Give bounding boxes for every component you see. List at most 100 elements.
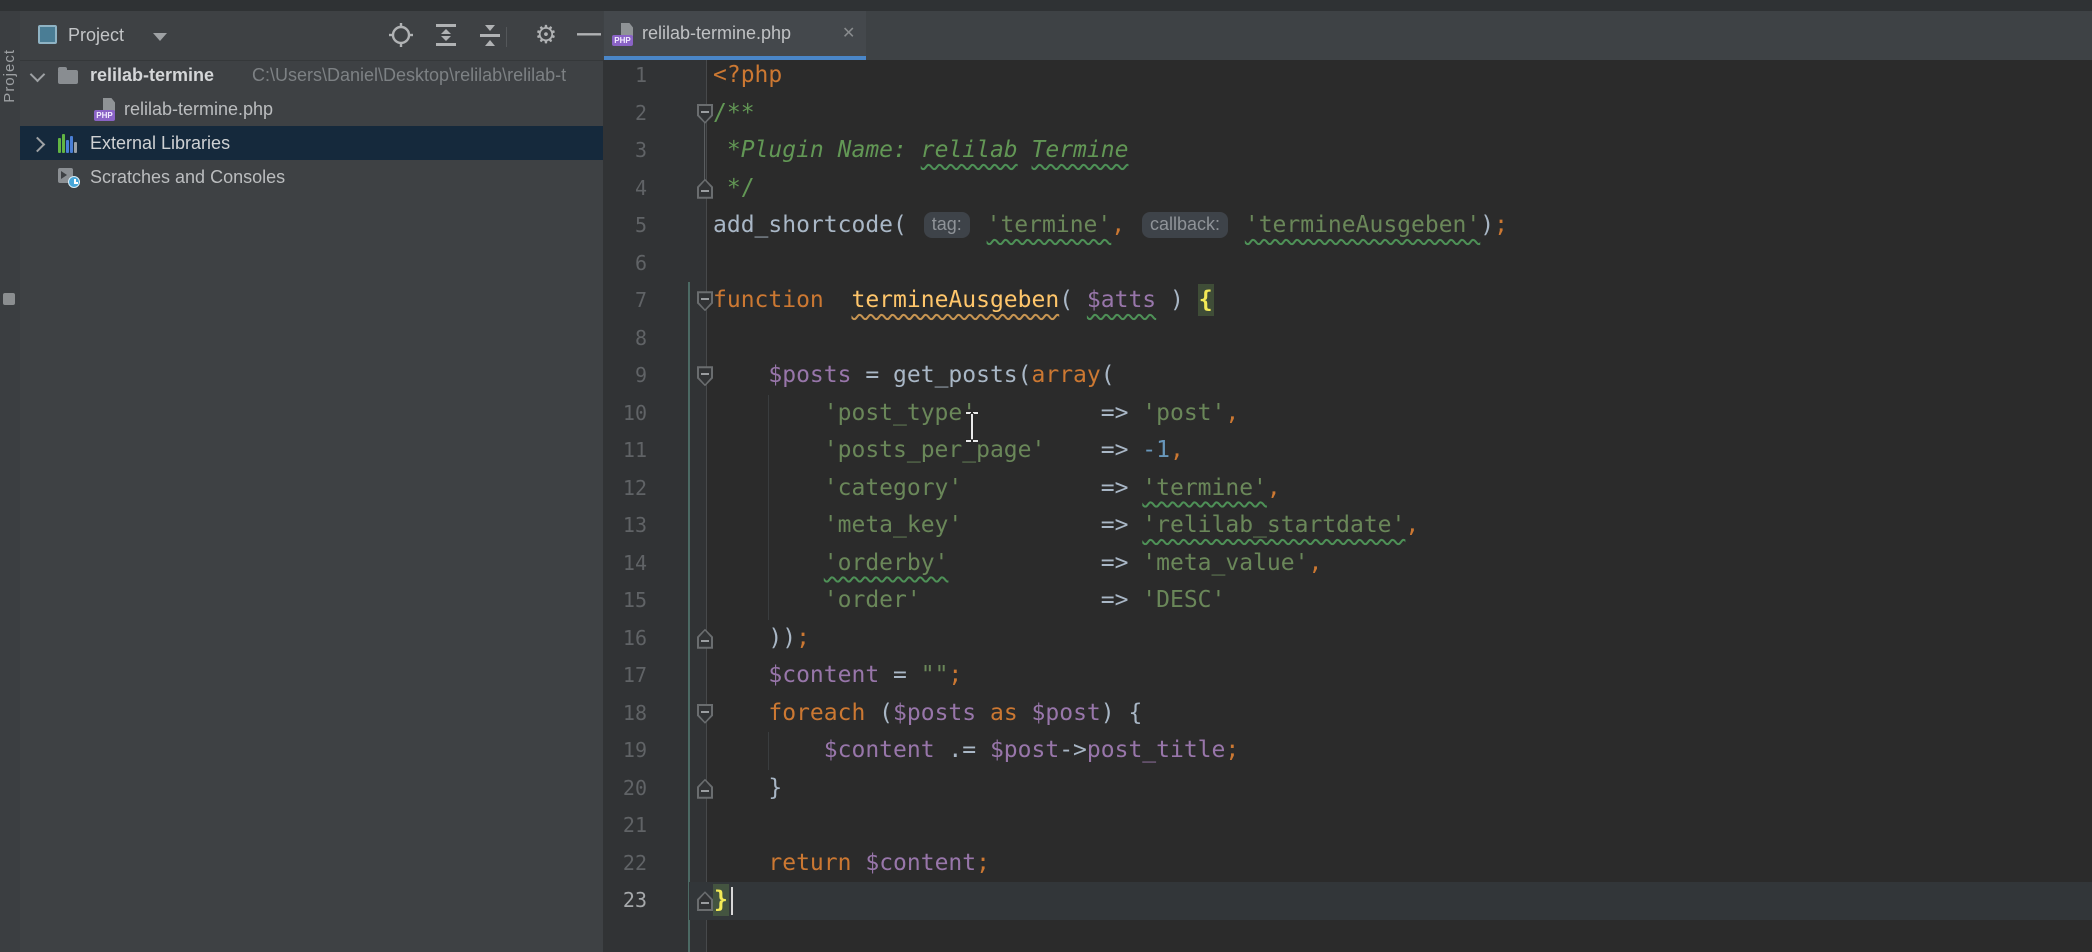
text-caret [731,887,733,915]
line-number: 22 [603,845,647,883]
code-token: 'meta_key' [824,512,962,538]
project-stripe-button[interactable]: Project [1,49,19,103]
code-token: )) [713,625,796,651]
settings-gear-icon[interactable]: ⚙ [532,22,560,50]
line-number: 16 [603,620,647,658]
code-token [713,662,768,688]
line-number: 18 [603,695,647,733]
code-text: } [713,882,733,920]
tree-item-external-libraries[interactable]: External Libraries [20,126,603,160]
code-token: return [768,850,851,876]
fold-collapse-marker-icon[interactable] [697,179,713,199]
code-token: -1 [1142,437,1170,463]
project-root-path: C:\Users\Daniel\Desktop\relilab\relilab-… [252,58,566,92]
code-line-7[interactable]: 7function termineAusgeben( $atts ) { [603,282,2092,320]
code-token: $post [990,737,1059,763]
code-line-19[interactable]: 19 $content .= $post->post_title; [603,732,2092,770]
window-top-strip [0,0,2092,11]
php-file-icon: PHP [94,98,116,122]
ide-window: Project Project ⚙ — relilab-termine [0,0,2092,952]
code-token: => [962,512,1142,538]
code-line-1[interactable]: 1<?php [603,60,2092,95]
code-line-15[interactable]: 15 'order' => 'DESC' [603,582,2092,620]
code-text: 'orderby' => 'meta_value', [713,545,1322,583]
fold-collapse-marker-icon[interactable] [697,891,713,911]
code-line-17[interactable]: 17 $content = ""; [603,657,2092,695]
code-token: foreach [768,700,865,726]
fold-expand-marker-icon[interactable] [697,291,713,311]
fold-expand-marker-icon[interactable] [697,104,713,124]
code-line-4[interactable]: 4 */ [603,170,2092,208]
code-token: */ [713,175,755,201]
code-token: /** [713,100,755,126]
expand-all-button[interactable] [433,22,461,50]
code-token [713,700,768,726]
code-line-3[interactable]: 3 *Plugin Name: relilab Termine [603,132,2092,170]
code-token [713,512,824,538]
code-token: relilab [921,137,1018,163]
code-line-9[interactable]: 9 $posts = get_posts(array( [603,357,2092,395]
external-libraries-label: External Libraries [90,126,230,160]
code-token: $posts [893,700,976,726]
code-line-20[interactable]: 20 } [603,770,2092,808]
code-token: function [713,287,824,313]
chevron-collapsed-icon[interactable] [30,137,46,153]
tree-item-project-root[interactable]: relilab-termine C:\Users\Daniel\Desktop\… [20,58,603,92]
code-line-10[interactable]: 10 'post_type' => 'post', [603,395,2092,433]
code-token: 'order' [824,587,921,613]
code-token: , [1170,437,1184,463]
code-text: *Plugin Name: relilab Termine [713,132,1128,170]
code-line-23[interactable]: 23} [603,882,2092,920]
code-token: add_shortcode( [713,212,921,238]
code-line-21[interactable]: 21 [603,807,2092,845]
line-number: 11 [603,432,647,470]
code-token: ( [1101,362,1115,388]
code-token: $content [824,737,935,763]
code-text: 'posts_per_page' => -1, [713,432,1184,470]
code-line-18[interactable]: 18 foreach ($posts as $post) { [603,695,2092,733]
fold-collapse-marker-icon[interactable] [697,629,713,649]
project-panel-title[interactable]: Project [68,11,124,60]
code-token: 'relilab_startdate' [1142,512,1405,538]
code-line-5[interactable]: 5add_shortcode( tag: 'termine', callback… [603,207,2092,245]
code-token: , [1267,475,1281,501]
tree-item-scratches[interactable]: Scratches and Consoles [20,160,603,194]
line-number: 15 [603,582,647,620]
code-line-13[interactable]: 13 'meta_key' => 'relilab_startdate', [603,507,2092,545]
chevron-down-icon[interactable] [153,33,167,41]
code-token: } [713,884,729,916]
code-line-16[interactable]: 16 )); [603,620,2092,658]
fold-expand-marker-icon[interactable] [697,704,713,724]
code-token: = [879,662,921,688]
code-line-8[interactable]: 8 [603,320,2092,358]
code-text: <?php [713,60,782,95]
code-line-11[interactable]: 11 'posts_per_page' => -1, [603,432,2092,470]
locate-file-button[interactable] [388,22,416,50]
code-token: , [1111,212,1125,238]
code-token: => [948,550,1142,576]
code-token: *Plugin Name: [713,137,921,163]
code-line-2[interactable]: 2/** [603,95,2092,133]
hide-panel-button[interactable]: — [575,22,603,50]
tab-close-icon[interactable]: ✕ [842,11,855,56]
fold-collapse-marker-icon[interactable] [697,779,713,799]
code-token: { [1198,284,1214,316]
code-token [824,287,852,313]
code-line-12[interactable]: 12 'category' => 'termine', [603,470,2092,508]
fold-expand-marker-icon[interactable] [697,366,713,386]
line-number: 9 [603,357,647,395]
code-text: $content .= $post->post_title; [713,732,1239,770]
code-text: 'category' => 'termine', [713,470,1281,508]
collapse-all-button[interactable] [477,22,505,50]
code-line-6[interactable]: 6 [603,245,2092,283]
line-number: 3 [603,132,647,170]
code-editor[interactable]: 1<?php2/**3 *Plugin Name: relilab Termin… [603,60,2092,952]
code-text: /** [713,95,755,133]
code-text: 'order' => 'DESC' [713,582,1225,620]
mouse-cursor-ibeam [964,412,980,442]
tree-item-php-file[interactable]: PHP relilab-termine.php [20,92,603,126]
code-line-22[interactable]: 22 return $content; [603,845,2092,883]
code-line-14[interactable]: 14 'orderby' => 'meta_value', [603,545,2092,583]
tab-relilab-termine[interactable]: PHP relilab-termine.php ✕ [604,11,866,60]
chevron-expanded-icon[interactable] [30,67,46,83]
